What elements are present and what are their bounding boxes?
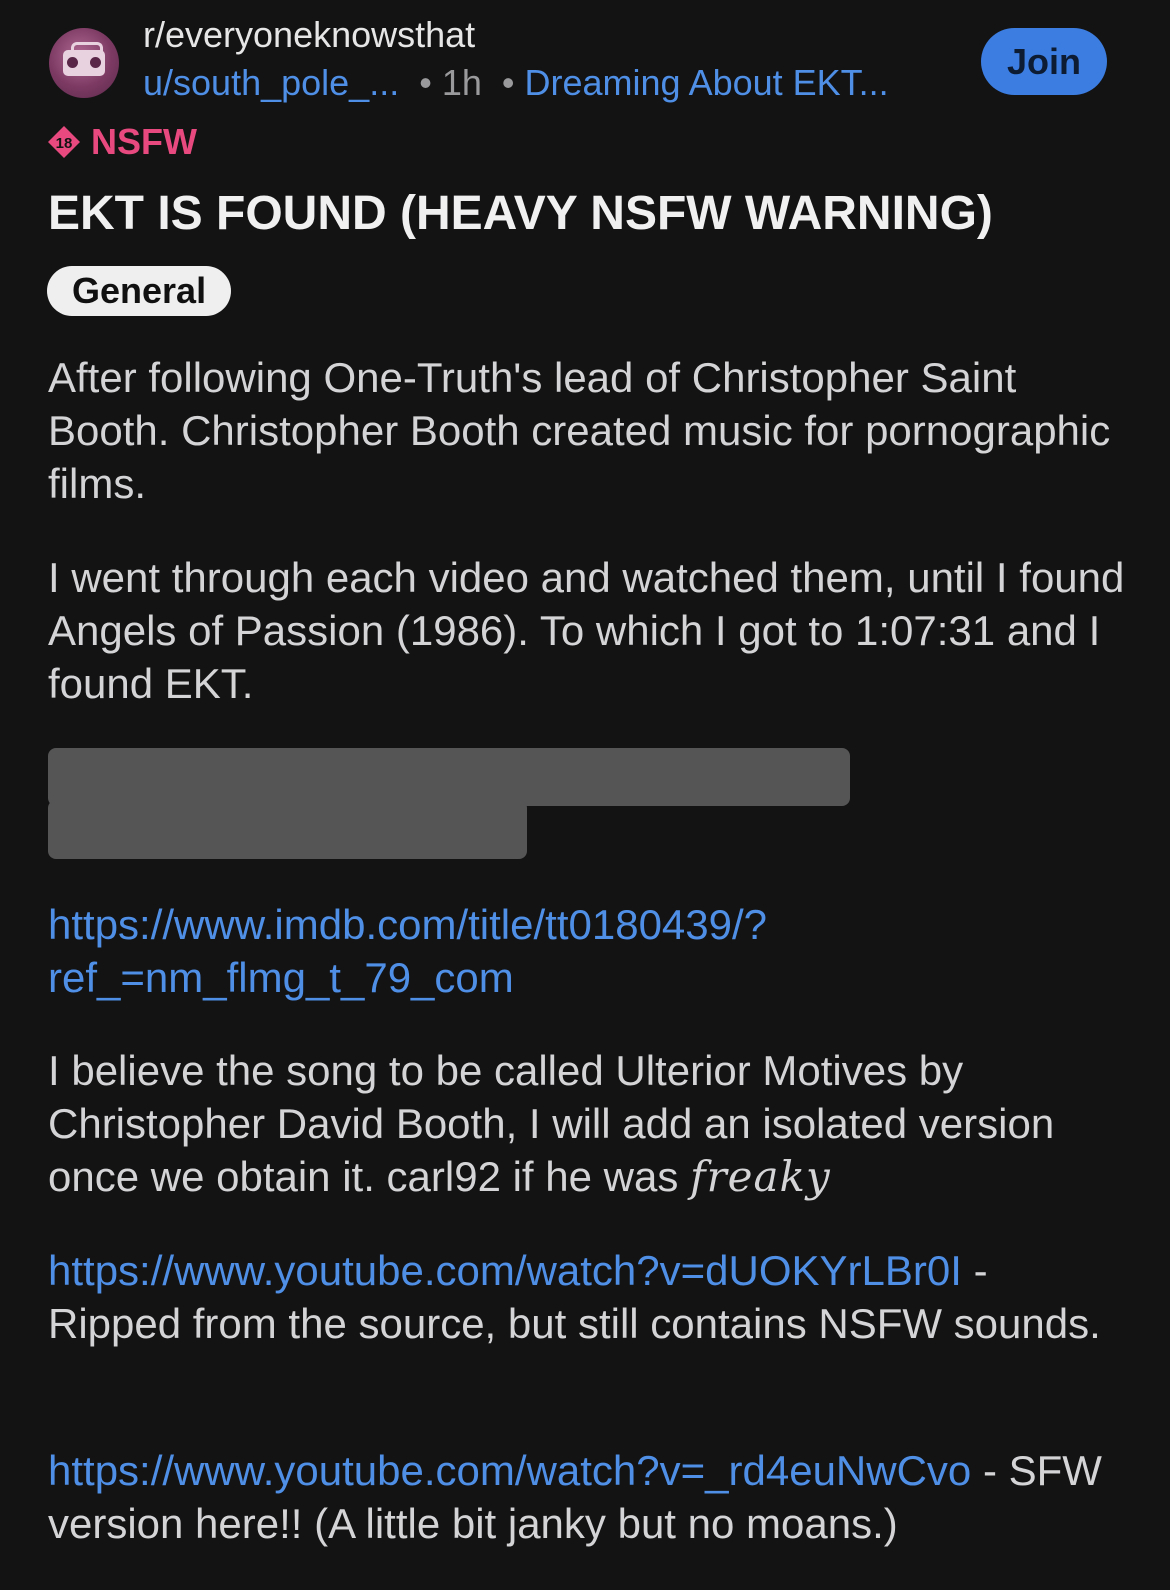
nsfw-tag: 18 NSFW bbox=[47, 120, 197, 164]
subreddit-name[interactable]: r/everyoneknowsthat bbox=[143, 14, 475, 56]
youtube-paragraph: https://www.youtube.com/watch?v=_rd4euNw… bbox=[48, 1444, 1128, 1550]
paragraph-text: I believe the song to be called Ulterior… bbox=[48, 1047, 1055, 1200]
imdb-link[interactable]: https://www.imdb.com/title/tt0180439/? bbox=[48, 901, 767, 948]
post-paragraph: I believe the song to be called Ulterior… bbox=[48, 1044, 1128, 1203]
post-time: 1h bbox=[441, 62, 482, 103]
youtube-paragraph: https://www.youtube.com/watch?v=dUOKYrLB… bbox=[48, 1244, 1128, 1350]
post-paragraph: After following One-Truth's lead of Chri… bbox=[48, 354, 1111, 507]
boombox-icon bbox=[63, 50, 105, 76]
imdb-paragraph: https://www.imdb.com/title/tt0180439/? r… bbox=[48, 898, 1128, 1004]
spoiler-block[interactable] bbox=[48, 748, 850, 806]
author-username[interactable]: u/south_pole_... bbox=[143, 62, 399, 103]
nsfw-badge-number: 18 bbox=[56, 135, 73, 152]
post-paragraph: I went through each video and watched th… bbox=[48, 554, 1125, 707]
youtube-link[interactable]: https://www.youtube.com/watch?v=dUOKYrLB… bbox=[48, 1247, 962, 1294]
post-title: EKT IS FOUND (HEAVY NSFW WARNING) bbox=[48, 187, 993, 240]
nsfw-label: NSFW bbox=[91, 121, 197, 162]
post-header: r/everyoneknowsthat u/south_pole_... • 1h… bbox=[0, 0, 1170, 120]
meta-separator-dot: • bbox=[419, 62, 432, 103]
spoiler-block[interactable] bbox=[48, 800, 527, 859]
post-meta: u/south_pole_... • 1h • Dreaming About EKT… bbox=[143, 62, 889, 104]
nsfw-18-icon: 18 bbox=[47, 125, 81, 159]
youtube-link[interactable]: https://www.youtube.com/watch?v=_rd4euNw… bbox=[48, 1447, 971, 1494]
subreddit-avatar[interactable] bbox=[49, 28, 119, 98]
imdb-link-continued[interactable]: ref_=nm_flmg_t_79_com bbox=[48, 954, 514, 1001]
post-flair-chip[interactable]: General bbox=[47, 266, 232, 316]
join-button[interactable]: Join bbox=[981, 28, 1107, 95]
meta-separator-dot: • bbox=[501, 62, 515, 103]
crosspost-link[interactable]: Dreaming About EKT... bbox=[525, 62, 889, 103]
stylized-word: freaky bbox=[690, 1152, 831, 1201]
